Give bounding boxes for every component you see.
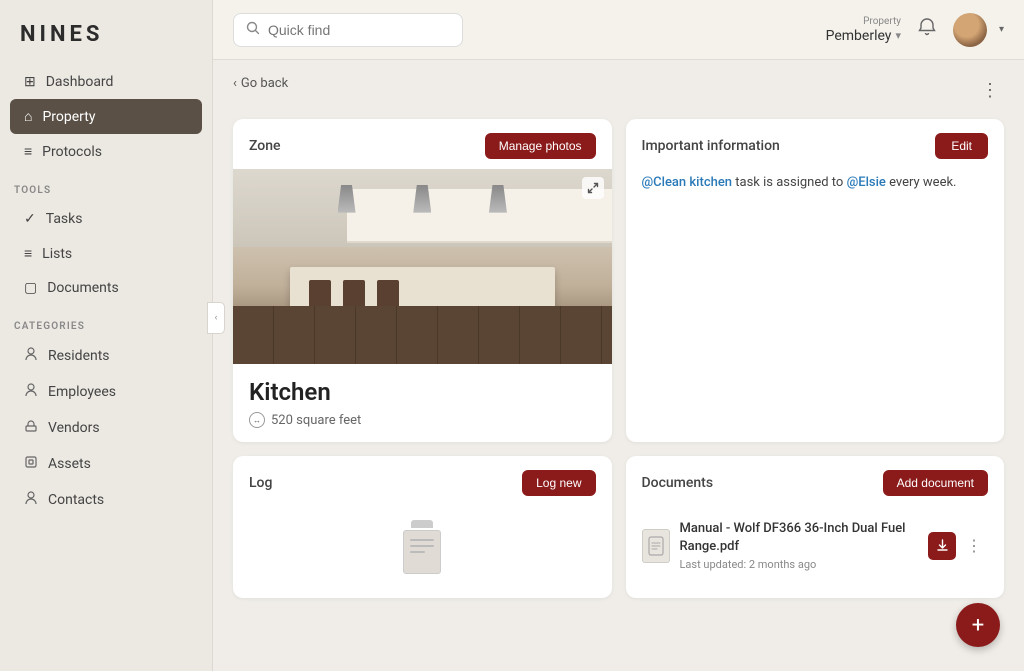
check-icon: ✓ xyxy=(24,211,36,227)
log-body xyxy=(233,510,612,598)
back-label: Go back xyxy=(241,76,288,91)
more-options-button[interactable]: ⋮ xyxy=(976,77,1004,105)
list-icon: ≡ xyxy=(24,143,32,160)
clean-kitchen-link[interactable]: @Clean kitchen xyxy=(642,175,733,190)
avatar[interactable] xyxy=(953,13,987,47)
sidebar-item-label: Employees xyxy=(48,384,116,400)
search-icon xyxy=(246,21,260,39)
contacts-icon xyxy=(24,491,38,509)
expand-image-button[interactable] xyxy=(582,177,604,199)
doc-label: Documents xyxy=(642,475,714,491)
sidebar-categories: Residents Employees Vendors Assets Conta… xyxy=(0,338,212,518)
sidebar-item-label: Residents xyxy=(48,348,110,364)
sidebar-item-assets[interactable]: Assets xyxy=(10,446,202,482)
log-card: Log Log new xyxy=(233,456,612,598)
topbar: Property Pemberley ▾ ▾ xyxy=(213,0,1024,60)
back-arrow-icon: ‹ xyxy=(233,76,237,91)
app-logo: NINES xyxy=(0,0,212,65)
info-body: @Clean kitchen task is assigned to @Elsi… xyxy=(626,169,1005,210)
property-selector[interactable]: Property Pemberley ▾ xyxy=(826,16,901,44)
zone-title: Kitchen xyxy=(249,378,596,406)
add-document-button[interactable]: Add document xyxy=(883,470,988,496)
info-label: Important information xyxy=(642,138,780,154)
clipboard-icon xyxy=(400,520,444,574)
zone-card-header: Zone Manage photos xyxy=(233,119,612,169)
sidebar-item-label: Tasks xyxy=(46,211,83,227)
doc-actions: ⋮ xyxy=(928,532,988,560)
info-text-middle: task is assigned to xyxy=(735,175,846,190)
sidebar-collapse-button[interactable]: ‹ xyxy=(207,302,225,334)
sidebar-item-label: Dashboard xyxy=(46,74,114,90)
sidebar-item-protocols[interactable]: ≡ Protocols xyxy=(10,134,202,169)
main-grid: Zone Manage photos xyxy=(233,119,1004,598)
sidebar-item-label: Documents xyxy=(47,280,118,296)
info-text-after: every week. xyxy=(889,175,956,190)
sidebar-item-label: Property xyxy=(42,109,95,125)
home-icon: ⌂ xyxy=(24,108,32,125)
sidebar-nav-main: ⊞ Dashboard ⌂ Property ≡ Protocols xyxy=(0,65,212,169)
info-card-header: Important information Edit xyxy=(626,119,1005,169)
property-value: Pemberley ▾ xyxy=(826,28,901,44)
manage-photos-button[interactable]: Manage photos xyxy=(485,133,596,159)
vendor-icon xyxy=(24,419,38,437)
file-icon xyxy=(642,529,670,563)
sidebar-item-label: Vendors xyxy=(48,420,100,436)
sidebar-item-property[interactable]: ⌂ Property xyxy=(10,99,202,134)
zone-info: Kitchen ↔ 520 square feet xyxy=(233,364,612,442)
doc-item: Manual - Wolf DF366 36-Inch Dual Fuel Ra… xyxy=(626,510,1005,581)
search-box[interactable] xyxy=(233,13,463,47)
property-label: Property xyxy=(863,16,901,27)
sidebar-tools: ✓ Tasks ≡ Lists ▢ Documents xyxy=(0,202,212,305)
notification-bell-button[interactable] xyxy=(913,13,941,46)
doc-card: Documents Add document Manual - Wolf DF3… xyxy=(626,456,1005,598)
log-label: Log xyxy=(249,475,272,491)
person-icon xyxy=(24,347,38,365)
chevron-down-icon: ▾ xyxy=(895,29,901,42)
zone-sqft: ↔ 520 square feet xyxy=(249,412,596,428)
sidebar: NINES ⊞ Dashboard ⌂ Property ≡ Protocols… xyxy=(0,0,213,671)
back-button[interactable]: ‹ Go back xyxy=(233,76,288,91)
sidebar-item-label: Contacts xyxy=(48,492,104,508)
log-card-header: Log Log new xyxy=(233,456,612,510)
person-icon xyxy=(24,383,38,401)
info-card: Important information Edit @Clean kitche… xyxy=(626,119,1005,442)
dashboard-icon: ⊞ xyxy=(24,74,36,90)
search-input[interactable] xyxy=(268,22,450,38)
doc-name: Manual - Wolf DF366 36-Inch Dual Fuel Ra… xyxy=(680,520,919,556)
sidebar-item-employees[interactable]: Employees xyxy=(10,374,202,410)
fab-button[interactable]: + xyxy=(956,603,1000,647)
sidebar-item-dashboard[interactable]: ⊞ Dashboard xyxy=(10,65,202,99)
categories-section-label: CATEGORIES xyxy=(0,305,212,338)
assets-icon xyxy=(24,455,38,473)
main-area: Property Pemberley ▾ ▾ ‹ Go back ⋮ xyxy=(213,0,1024,671)
avatar-dropdown-icon: ▾ xyxy=(999,24,1004,35)
sidebar-item-label: Assets xyxy=(48,456,91,472)
document-icon: ▢ xyxy=(24,280,37,296)
doc-date: Last updated: 2 months ago xyxy=(680,558,919,571)
sidebar-item-vendors[interactable]: Vendors xyxy=(10,410,202,446)
sqft-text: 520 square feet xyxy=(271,413,361,428)
doc-info: Manual - Wolf DF366 36-Inch Dual Fuel Ra… xyxy=(680,520,919,571)
sidebar-item-residents[interactable]: Residents xyxy=(10,338,202,374)
sidebar-item-label: Lists xyxy=(42,246,72,262)
sidebar-item-lists[interactable]: ≡ Lists xyxy=(10,236,202,271)
zone-image xyxy=(233,169,612,364)
doc-more-options-button[interactable]: ⋮ xyxy=(960,532,988,560)
zone-card: Zone Manage photos xyxy=(233,119,612,442)
sqft-icon: ↔ xyxy=(249,412,265,428)
sidebar-item-tasks[interactable]: ✓ Tasks xyxy=(10,202,202,236)
sidebar-item-contacts[interactable]: Contacts xyxy=(10,482,202,518)
tools-section-label: TOOLS xyxy=(0,169,212,202)
sidebar-item-label: Protocols xyxy=(42,144,102,160)
edit-button[interactable]: Edit xyxy=(935,133,988,159)
doc-card-header: Documents Add document xyxy=(626,456,1005,510)
content-area: ‹ Go back ⋮ Zone Manage photos xyxy=(213,60,1024,671)
log-new-button[interactable]: Log new xyxy=(522,470,595,496)
zone-label: Zone xyxy=(249,138,281,154)
elsie-link[interactable]: @Elsie xyxy=(847,175,886,190)
sidebar-item-documents[interactable]: ▢ Documents xyxy=(10,271,202,305)
list-icon: ≡ xyxy=(24,245,32,262)
download-button[interactable] xyxy=(928,532,956,560)
